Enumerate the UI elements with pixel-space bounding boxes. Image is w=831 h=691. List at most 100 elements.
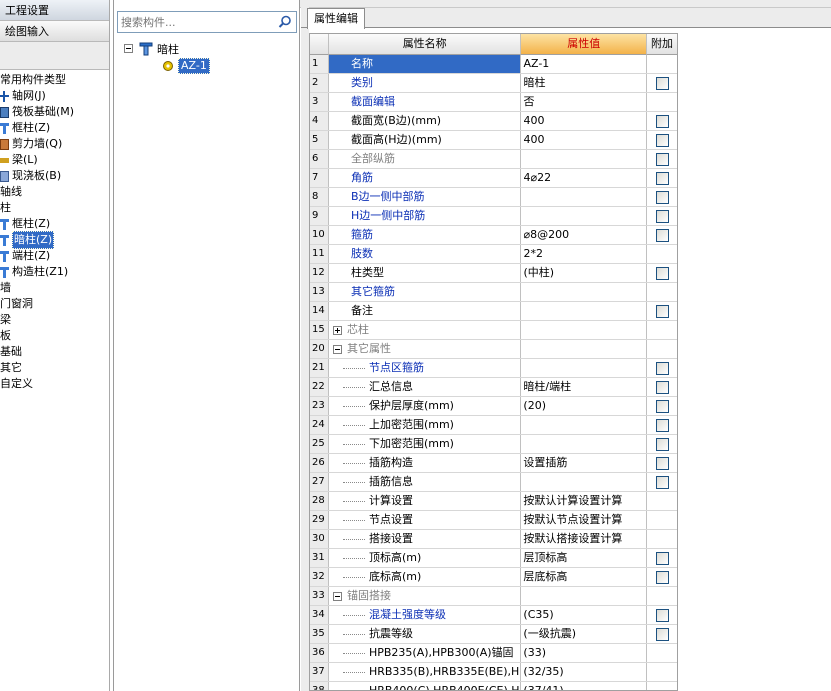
extra-checkbox[interactable] bbox=[655, 266, 669, 280]
property-value[interactable] bbox=[521, 587, 648, 605]
tree-item-az1[interactable]: AZ-1 bbox=[124, 57, 210, 74]
nav-tree-item[interactable]: 框柱(Z) bbox=[0, 216, 109, 232]
property-row[interactable]: 15 芯柱 bbox=[310, 321, 677, 340]
nav-tree-item[interactable]: 轴网(J) bbox=[0, 88, 109, 104]
property-name-cell[interactable]: 汇总信息 bbox=[329, 378, 522, 396]
collapse-icon[interactable] bbox=[124, 44, 133, 53]
property-row[interactable]: 26 插筋构造 设置插筋 bbox=[310, 454, 677, 473]
property-name-cell[interactable]: 计算设置 bbox=[329, 492, 522, 510]
property-row[interactable]: 24 上加密范围(mm) bbox=[310, 416, 677, 435]
property-name-cell[interactable]: 底标高(m) bbox=[329, 568, 522, 586]
property-value[interactable]: (32/35) bbox=[521, 663, 648, 681]
property-value[interactable] bbox=[521, 416, 648, 434]
property-row[interactable]: 31 顶标高(m) 层顶标高 bbox=[310, 549, 677, 568]
property-name-cell[interactable]: 插筋信息 bbox=[329, 473, 522, 491]
property-name-cell[interactable]: 上加密范围(mm) bbox=[329, 416, 522, 434]
property-value[interactable] bbox=[521, 283, 648, 301]
property-name-cell[interactable]: 顶标高(m) bbox=[329, 549, 522, 567]
property-value[interactable]: 暗柱 bbox=[521, 74, 648, 92]
property-value[interactable]: 400 bbox=[521, 131, 648, 149]
property-name-cell[interactable]: 混凝土强度等级 bbox=[329, 606, 522, 624]
property-name-cell[interactable]: HPB235(A),HPB300(A)锚固 bbox=[329, 644, 522, 662]
property-row[interactable]: 9 H边一侧中部筋 bbox=[310, 207, 677, 226]
property-row[interactable]: 29 节点设置 按默认节点设置计算 bbox=[310, 511, 677, 530]
extra-checkbox[interactable] bbox=[655, 304, 669, 318]
property-row[interactable]: 37 HRB335(B),HRB335E(BE),HRBF(32/35) bbox=[310, 663, 677, 682]
nav-tree-item[interactable]: 自定义 bbox=[0, 376, 109, 392]
property-row[interactable]: 12 柱类型 (中柱) bbox=[310, 264, 677, 283]
property-value[interactable]: 400 bbox=[521, 112, 648, 130]
extra-checkbox[interactable] bbox=[655, 551, 669, 565]
property-row[interactable]: 25 下加密范围(mm) bbox=[310, 435, 677, 454]
property-value[interactable]: AZ-1 bbox=[521, 55, 648, 73]
property-row[interactable]: 10 箍筋 ⌀8@200 bbox=[310, 226, 677, 245]
property-row[interactable]: 13 其它箍筋 bbox=[310, 283, 677, 302]
property-row[interactable]: 23 保护层厚度(mm) (20) bbox=[310, 397, 677, 416]
property-row[interactable]: 21 节点区箍筋 bbox=[310, 359, 677, 378]
property-row[interactable]: 6 全部纵筋 bbox=[310, 150, 677, 169]
property-value[interactable]: 层底标高 bbox=[521, 568, 648, 586]
nav-tree-item[interactable]: 墙 bbox=[0, 280, 109, 296]
tab-property-edit[interactable]: 属性编辑 bbox=[307, 8, 365, 29]
property-value[interactable] bbox=[521, 302, 648, 320]
extra-checkbox[interactable] bbox=[655, 627, 669, 641]
nav-tree-item[interactable]: 其它 bbox=[0, 360, 109, 376]
extra-checkbox[interactable] bbox=[655, 228, 669, 242]
property-row[interactable]: 34 混凝土强度等级 (C35) bbox=[310, 606, 677, 625]
extra-checkbox[interactable] bbox=[655, 399, 669, 413]
property-value[interactable]: ⌀8@200 bbox=[521, 226, 648, 244]
property-name-cell[interactable]: H边一侧中部筋 bbox=[329, 207, 522, 225]
property-name-cell[interactable]: 肢数 bbox=[329, 245, 522, 263]
nav-tree-item[interactable]: 柱 bbox=[0, 200, 109, 216]
splitter[interactable] bbox=[301, 0, 309, 691]
nav-tree-item[interactable]: 构造柱(Z1) bbox=[0, 264, 109, 280]
property-value[interactable] bbox=[521, 340, 648, 358]
property-value[interactable]: 暗柱/端柱 bbox=[521, 378, 648, 396]
property-row[interactable]: 3 截面编辑 否 bbox=[310, 93, 677, 112]
collapse-icon[interactable] bbox=[332, 344, 342, 354]
property-row[interactable]: 1 名称 AZ-1 bbox=[310, 55, 677, 74]
nav-tree-item[interactable]: 筏板基础(M) bbox=[0, 104, 109, 120]
property-value[interactable] bbox=[521, 473, 648, 491]
header-value[interactable]: 属性值 bbox=[521, 34, 648, 55]
property-name-cell[interactable]: 箍筋 bbox=[329, 226, 522, 244]
nav-tree-item[interactable]: 剪力墙(Q) bbox=[0, 136, 109, 152]
nav-tree-item[interactable]: 常用构件类型 bbox=[0, 72, 109, 88]
header-name[interactable]: 属性名称 bbox=[328, 34, 522, 55]
tree-root[interactable]: 暗柱 bbox=[124, 40, 210, 57]
property-row[interactable]: 4 截面宽(B边)(mm) 400 bbox=[310, 112, 677, 131]
property-row[interactable]: 32 底标高(m) 层底标高 bbox=[310, 568, 677, 587]
property-value[interactable] bbox=[521, 435, 648, 453]
extra-checkbox[interactable] bbox=[655, 133, 669, 147]
property-row[interactable]: 38 HRB400(C),HRB400E(CE),HRBF(37/41) bbox=[310, 682, 677, 690]
property-name-cell[interactable]: 名称 bbox=[328, 55, 522, 73]
property-value[interactable]: 按默认搭接设置计算 bbox=[521, 530, 648, 548]
property-value[interactable]: 按默认计算设置计算 bbox=[521, 492, 648, 510]
property-value[interactable] bbox=[521, 359, 648, 377]
property-value[interactable] bbox=[521, 321, 648, 339]
nav-tree-item[interactable]: 轴线 bbox=[0, 184, 109, 200]
property-name-cell[interactable]: 抗震等级 bbox=[329, 625, 522, 643]
extra-checkbox[interactable] bbox=[655, 608, 669, 622]
extra-checkbox[interactable] bbox=[655, 171, 669, 185]
property-name-cell[interactable]: 类别 bbox=[329, 74, 522, 92]
property-name-cell[interactable]: 全部纵筋 bbox=[329, 150, 522, 168]
project-settings-button[interactable]: 工程设置 bbox=[0, 0, 109, 21]
extra-checkbox[interactable] bbox=[655, 380, 669, 394]
property-row[interactable]: 28 计算设置 按默认计算设置计算 bbox=[310, 492, 677, 511]
property-row[interactable]: 30 搭接设置 按默认搭接设置计算 bbox=[310, 530, 677, 549]
property-value[interactable]: 设置插筋 bbox=[521, 454, 648, 472]
property-value[interactable]: 2*2 bbox=[521, 245, 648, 263]
property-value[interactable]: 否 bbox=[521, 93, 648, 111]
property-name-cell[interactable]: 其它箍筋 bbox=[329, 283, 522, 301]
property-row[interactable]: 14 备注 bbox=[310, 302, 677, 321]
extra-checkbox[interactable] bbox=[655, 437, 669, 451]
property-row[interactable]: 7 角筋 4⌀22 bbox=[310, 169, 677, 188]
extra-checkbox[interactable] bbox=[655, 152, 669, 166]
extra-checkbox[interactable] bbox=[655, 570, 669, 584]
property-name-cell[interactable]: 其它属性 bbox=[329, 340, 522, 358]
extra-checkbox[interactable] bbox=[655, 190, 669, 204]
nav-tree-item[interactable]: 梁(L) bbox=[0, 152, 109, 168]
property-value[interactable]: (一级抗震) bbox=[521, 625, 648, 643]
extra-checkbox[interactable] bbox=[655, 418, 669, 432]
